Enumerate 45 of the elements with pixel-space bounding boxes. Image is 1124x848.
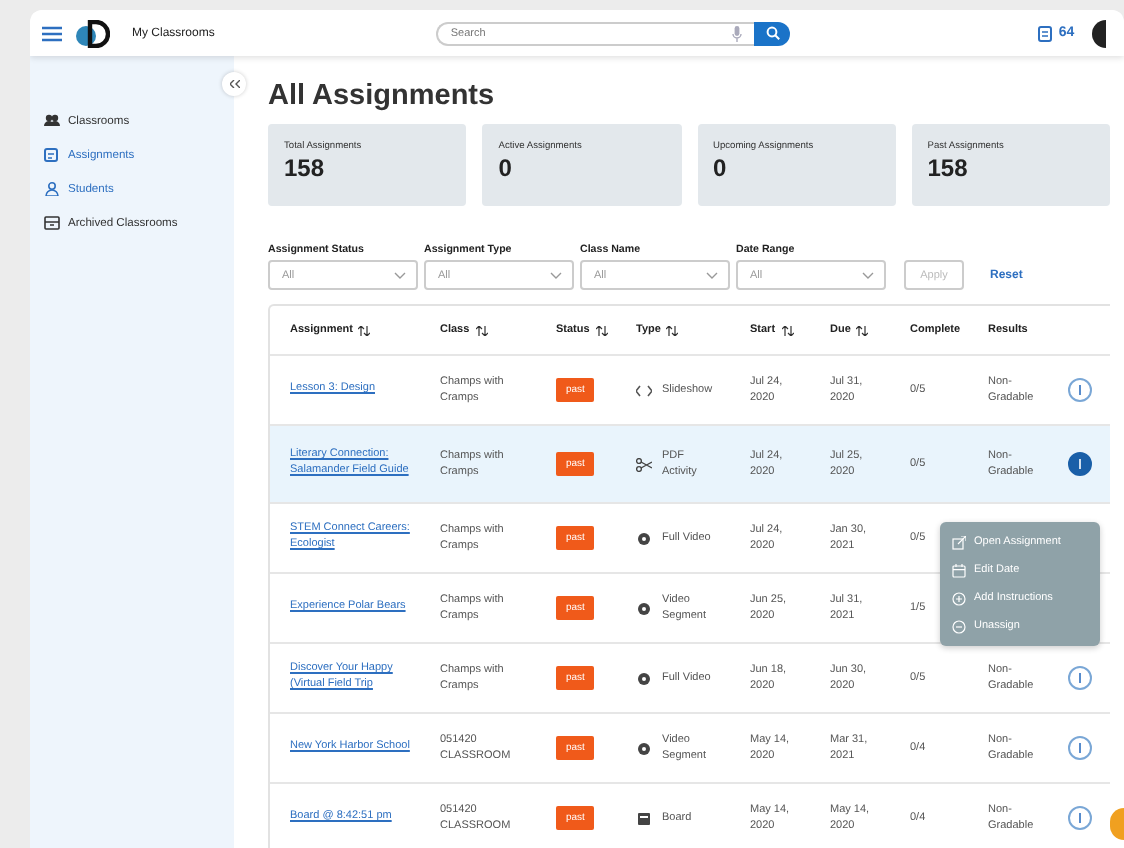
info-button[interactable]	[1068, 806, 1092, 830]
chevron-down-icon	[706, 271, 718, 279]
avatar[interactable]	[1092, 19, 1107, 47]
gear-icon	[636, 601, 652, 615]
logo-icon	[74, 19, 110, 47]
external-link-icon	[952, 535, 966, 549]
board-icon	[636, 811, 652, 825]
stat-value: 0	[713, 154, 729, 182]
stat-value: 0	[498, 154, 514, 182]
collapse-button[interactable]	[222, 72, 246, 96]
double-chevron-icon	[229, 80, 239, 88]
chevron-down-icon	[550, 271, 562, 279]
sort-icon	[358, 325, 371, 335]
search-icon	[765, 26, 780, 40]
person-icon	[44, 182, 60, 196]
chevron-down-icon	[394, 271, 406, 279]
sort-icon	[666, 325, 679, 335]
people-icon	[44, 114, 60, 128]
page-title: All Assignments	[268, 80, 497, 112]
sort-icon	[475, 325, 488, 335]
info-button[interactable]	[1068, 378, 1092, 402]
gear-icon	[636, 531, 652, 545]
search-button[interactable]	[754, 21, 791, 45]
plus-circle-icon	[952, 591, 966, 605]
minus-circle-icon	[952, 619, 966, 633]
menu-icon	[42, 25, 62, 41]
info-button[interactable]	[1068, 666, 1092, 690]
info-button[interactable]	[1068, 452, 1092, 476]
sort-icon	[781, 325, 794, 335]
stat-value: 158	[927, 154, 970, 182]
microphone-icon	[732, 25, 743, 41]
chevron-down-icon	[862, 271, 874, 279]
gear-icon	[636, 671, 652, 685]
gear-icon	[636, 741, 652, 755]
document-icon	[44, 148, 60, 162]
sort-icon	[595, 325, 608, 335]
menu-button[interactable]	[42, 25, 62, 41]
stat-value: 158	[284, 154, 327, 182]
calendar-icon	[952, 563, 966, 577]
scissors-icon	[636, 457, 652, 471]
slideshow-icon	[636, 383, 652, 397]
sort-icon	[856, 325, 869, 335]
info-button[interactable]	[1068, 736, 1092, 760]
archive-icon	[44, 216, 60, 230]
document-icon	[1038, 25, 1053, 41]
